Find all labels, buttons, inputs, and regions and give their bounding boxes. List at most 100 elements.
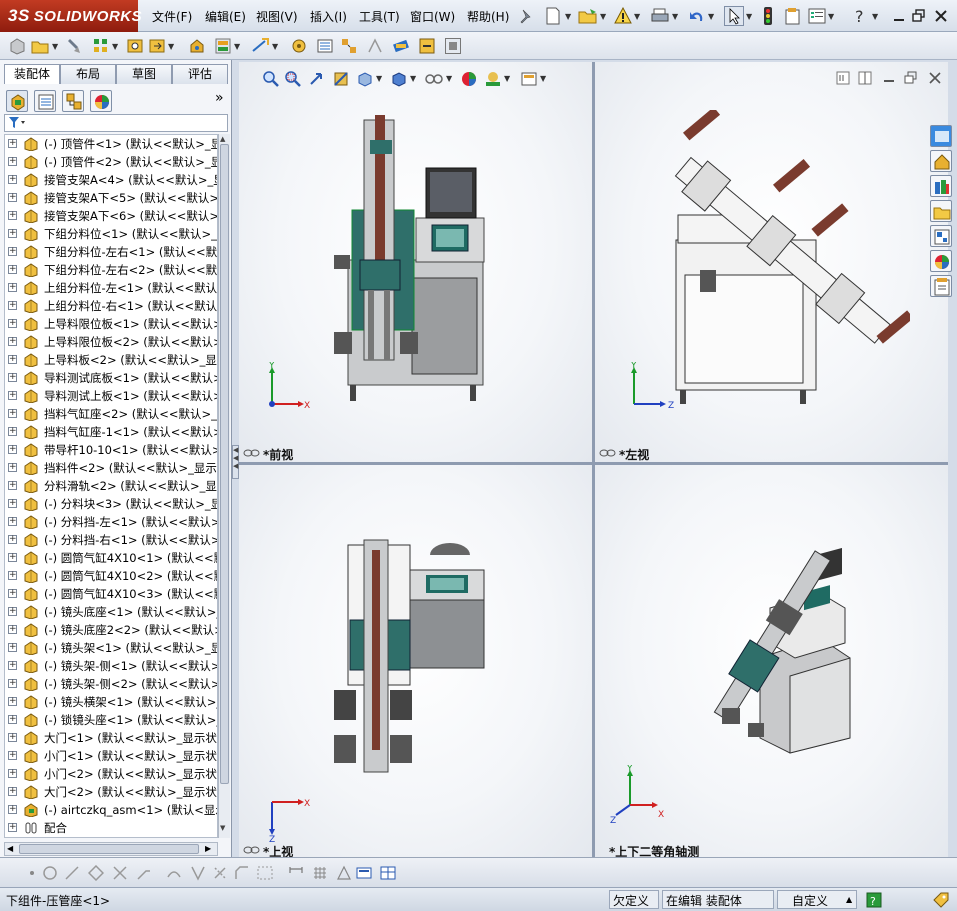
tree-filter[interactable]	[4, 114, 228, 132]
link-views-icon[interactable]	[599, 448, 617, 458]
tree-item-component[interactable]: + 接管支架A下<5> (默认<<默认>_	[5, 189, 217, 207]
scroll-left-icon[interactable]: ◀	[7, 844, 13, 853]
scroll-down-icon[interactable]: ▼	[220, 824, 229, 834]
tree-item-component[interactable]: + (-) 镜头横架<1> (默认<<默认>_显	[5, 693, 217, 711]
tree-item-component[interactable]: + (-) 锁镜头座<1> (默认<<默认>_显	[5, 711, 217, 729]
tree-item-component[interactable]: + 带导杆10-10<1> (默认<<默认>_	[5, 441, 217, 459]
chevron-down-icon[interactable]: ▼	[746, 12, 752, 21]
options-icon[interactable]	[808, 7, 826, 25]
help-icon[interactable]: ?	[852, 7, 868, 25]
file-explorer-icon[interactable]	[930, 200, 952, 222]
custom-properties-icon[interactable]	[930, 275, 952, 297]
relations-icon[interactable]	[336, 865, 352, 881]
expand-node-icon[interactable]: +	[8, 625, 17, 634]
expand-node-icon[interactable]: +	[8, 391, 17, 400]
tree-item-component[interactable]: + (-) 镜头架-侧<2> (默认<<默认>_	[5, 675, 217, 693]
undo-icon[interactable]	[688, 7, 706, 25]
clearance-verification-icon[interactable]	[418, 37, 436, 55]
chevron-down-icon[interactable]: ▼	[52, 42, 58, 51]
exploded-view-icon[interactable]	[340, 37, 358, 55]
expand-node-icon[interactable]: +	[8, 823, 17, 832]
chevron-down-icon[interactable]: ▼	[634, 12, 640, 21]
viewport-vertical-divider[interactable]	[592, 62, 595, 857]
menu-window[interactable]: 窗口(W)	[410, 8, 455, 25]
restore-icon[interactable]	[912, 9, 926, 23]
view-orientation-icon[interactable]	[356, 70, 374, 88]
expand-node-icon[interactable]: +	[8, 175, 17, 184]
expand-panel-icon[interactable]: »	[215, 90, 224, 106]
tree-item-component[interactable]: + 下组分料位<1> (默认<<默认>_显	[5, 225, 217, 243]
expand-node-icon[interactable]: +	[8, 607, 17, 616]
panel-collapse-handle[interactable]: ◀ ◀ ◀	[232, 445, 239, 479]
linear-pattern-icon[interactable]	[92, 37, 110, 55]
tree-item-component[interactable]: + (-) 分料块<3> (默认<<默认>_显	[5, 495, 217, 513]
reference-geometry-icon[interactable]	[250, 37, 270, 55]
tree-item-component[interactable]: + (-) 镜头架-侧<1> (默认<<默认>_	[5, 657, 217, 675]
link-views-icon[interactable]	[243, 845, 261, 855]
point-icon[interactable]	[24, 865, 40, 881]
chevron-down-icon[interactable]: ▼	[828, 12, 834, 21]
menu-help[interactable]: 帮助(H)	[467, 8, 509, 25]
explode-line-sketch-icon[interactable]	[366, 37, 384, 55]
tree-item-component[interactable]: + 接管支架A<4> (默认<<默认>_显	[5, 171, 217, 189]
tree-horizontal-scrollbar[interactable]: ◀ ▶	[4, 842, 218, 856]
tree-item-component[interactable]: + (-) 圆筒气缸4X10<1> (默认<<默认	[5, 549, 217, 567]
quick-tips-icon[interactable]: ?	[866, 892, 882, 908]
tree-item-mates[interactable]: + 配合	[5, 819, 217, 837]
expand-node-icon[interactable]: +	[8, 157, 17, 166]
quick-snaps-icon[interactable]	[380, 865, 396, 881]
link-views-icon[interactable]	[243, 448, 261, 458]
extend-icon[interactable]	[136, 865, 152, 881]
smart-fasteners-icon[interactable]	[126, 37, 144, 55]
expand-node-icon[interactable]: +	[8, 805, 17, 814]
select-cursor-icon[interactable]	[724, 6, 744, 26]
expand-node-icon[interactable]: +	[8, 355, 17, 364]
new-motion-study-icon[interactable]	[290, 37, 308, 55]
new-document-icon[interactable]	[545, 7, 561, 25]
trim-icon[interactable]	[112, 865, 128, 881]
print-icon[interactable]	[650, 7, 670, 25]
file-properties-icon[interactable]	[784, 7, 802, 25]
isometric-view-model[interactable]	[700, 548, 860, 758]
tree-item-component[interactable]: + 挡料件<2> (默认<<默认>_显示状	[5, 459, 217, 477]
tree-item-component[interactable]: + (-) 顶管件<1> (默认<<默认>_显示	[5, 135, 217, 153]
menu-tools[interactable]: 工具(T)	[359, 8, 400, 25]
scroll-thumb[interactable]	[220, 144, 229, 784]
menu-insert[interactable]: 插入(I)	[310, 8, 347, 25]
instant3d-icon[interactable]	[444, 37, 462, 55]
viewport-horizontal-divider[interactable]	[239, 462, 948, 465]
expand-node-icon[interactable]: +	[8, 445, 17, 454]
zoom-to-area-icon[interactable]	[284, 70, 302, 88]
tree-item-component[interactable]: + 分料滑轨<2> (默认<<默认>_显示	[5, 477, 217, 495]
expand-node-icon[interactable]: +	[8, 697, 17, 706]
display-manager-icon[interactable]	[90, 90, 112, 112]
expand-node-icon[interactable]: +	[8, 427, 17, 436]
repair-sketch-icon[interactable]	[356, 865, 372, 881]
unit-system-selector[interactable]: 自定义 ▲	[777, 890, 857, 909]
tree-item-component[interactable]: + (-) 镜头底座<1> (默认<<默认>_显	[5, 603, 217, 621]
viewport-minimize-icon[interactable]	[882, 71, 896, 85]
expand-node-icon[interactable]: +	[8, 211, 17, 220]
tree-item-component[interactable]: + 下组分料位-左右<2> (默认<<默认	[5, 261, 217, 279]
minimize-icon[interactable]	[892, 9, 906, 23]
expand-node-icon[interactable]: +	[8, 787, 17, 796]
feature-manager-tree-icon[interactable]	[6, 90, 28, 112]
line-icon[interactable]	[64, 865, 80, 881]
polygon-icon[interactable]	[88, 865, 104, 881]
close-icon[interactable]	[934, 9, 948, 23]
property-manager-icon[interactable]	[34, 90, 56, 112]
tree-item-component[interactable]: + 接管支架A下<6> (默认<<默认>_	[5, 207, 217, 225]
mate-icon[interactable]	[66, 37, 82, 55]
move-component-icon[interactable]	[148, 37, 166, 55]
expand-node-icon[interactable]: +	[8, 733, 17, 742]
tab-sketch[interactable]: 草图	[116, 64, 172, 84]
tree-item-component[interactable]: + 导料测试底板<1> (默认<<默认>	[5, 369, 217, 387]
expand-node-icon[interactable]: +	[8, 481, 17, 490]
insert-component-icon[interactable]	[8, 37, 26, 55]
edit-appearance-icon[interactable]	[460, 70, 478, 88]
expand-node-icon[interactable]: +	[8, 319, 17, 328]
tree-item-component[interactable]: + (-) 镜头架<1> (默认<<默认>_显示	[5, 639, 217, 657]
expand-node-icon[interactable]: +	[8, 751, 17, 760]
section-view-icon[interactable]	[332, 70, 350, 88]
viewport-restore-icon[interactable]	[904, 71, 918, 85]
